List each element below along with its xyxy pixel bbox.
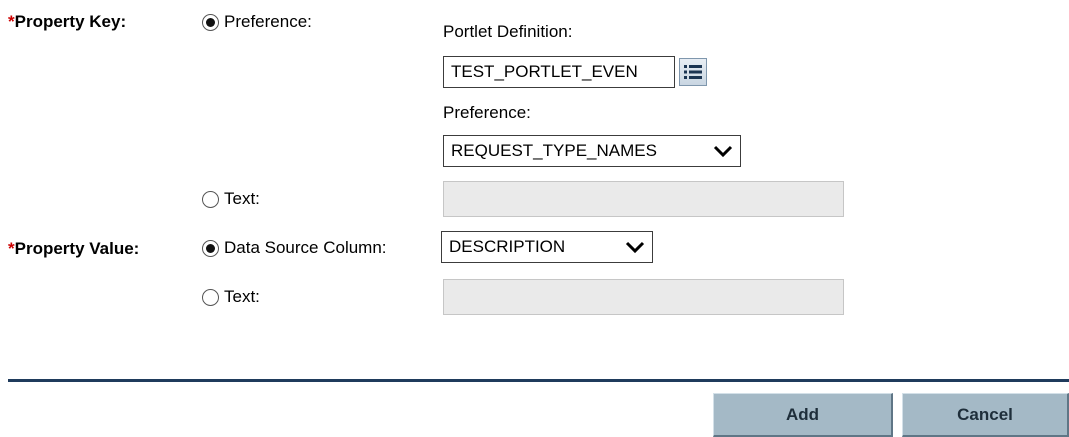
property-value-label: *Property Value: (8, 239, 139, 259)
data-source-column-radio-option[interactable]: Data Source Column: (202, 238, 387, 258)
portlet-definition-input[interactable]: TEST_PORTLET_EVEN (443, 56, 675, 88)
property-key-text-radio-option[interactable]: Text: (202, 189, 260, 209)
required-marker: * (8, 12, 15, 31)
property-key-label-text: Property Key: (14, 12, 127, 31)
preference-radio[interactable] (202, 13, 219, 31)
data-source-column-radio[interactable] (202, 239, 219, 257)
preference-select-value: REQUEST_TYPE_NAMES (451, 141, 657, 160)
property-value-text-radio-option[interactable]: Text: (202, 287, 260, 307)
preference-radio-option[interactable]: Preference: (202, 12, 312, 32)
property-value-text-radio-label: Text: (224, 287, 260, 306)
property-value-text-radio[interactable] (202, 288, 219, 306)
property-value-text-input[interactable] (443, 279, 844, 315)
preference-radio-label: Preference: (224, 12, 312, 31)
preference-select[interactable]: REQUEST_TYPE_NAMES (443, 135, 741, 167)
property-key-label: *Property Key: (8, 12, 126, 32)
portlet-definition-label: Portlet Definition: (443, 22, 573, 41)
list-icon[interactable] (679, 58, 707, 86)
cancel-button[interactable]: Cancel (902, 393, 1069, 437)
data-source-column-select-value: DESCRIPTION (449, 237, 566, 256)
section-divider (8, 379, 1069, 382)
required-marker: * (8, 239, 15, 258)
data-source-column-radio-label: Data Source Column: (224, 238, 387, 257)
preference-label: Preference: (443, 103, 531, 122)
add-button[interactable]: Add (713, 393, 893, 437)
chevron-down-icon (713, 144, 733, 158)
chevron-down-icon (625, 240, 645, 254)
property-key-text-radio[interactable] (202, 190, 219, 208)
property-value-label-text: Property Value: (14, 239, 140, 258)
property-key-text-input[interactable] (443, 181, 844, 217)
data-source-column-select[interactable]: DESCRIPTION (441, 231, 653, 263)
property-key-text-radio-label: Text: (224, 189, 260, 208)
